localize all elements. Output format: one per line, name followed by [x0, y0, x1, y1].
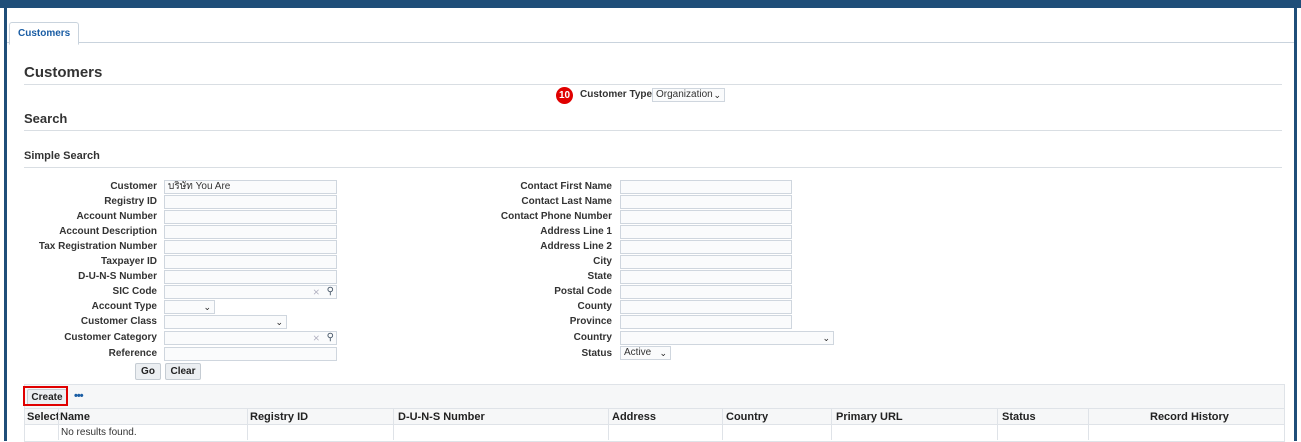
address-line-1-input[interactable]	[620, 225, 792, 239]
col-address[interactable]: Address	[612, 410, 656, 424]
search-heading: Search	[24, 111, 68, 126]
sic-code-input[interactable]: ⨯ ⚲	[164, 285, 337, 299]
account-number-input[interactable]	[164, 210, 337, 224]
account-number-label: Account Number	[76, 211, 157, 222]
page-title: Customers	[24, 64, 103, 81]
state-label: State	[587, 271, 612, 282]
contact-first-name-label: Contact First Name	[520, 181, 612, 192]
clear-icon[interactable]: ⨯	[312, 286, 320, 298]
col-select: Select	[27, 411, 60, 423]
col-divider	[608, 408, 609, 440]
sic-code-label: SIC Code	[112, 286, 157, 297]
customer-class-select[interactable]: ⌄	[164, 315, 287, 329]
more-actions-icon[interactable]: •••	[74, 390, 84, 402]
postal-code-input[interactable]	[620, 285, 792, 299]
province-input[interactable]	[620, 315, 792, 329]
customer-category-input[interactable]: ⨯ ⚲	[164, 331, 337, 345]
customer-category-label: Customer Category	[64, 332, 157, 343]
reference-label: Reference	[108, 348, 157, 359]
customer-input[interactable]: บริษัท You Are	[164, 180, 337, 194]
col-divider	[722, 408, 723, 440]
clear-icon[interactable]: ⨯	[312, 332, 320, 344]
simple-search-heading: Simple Search	[24, 150, 100, 162]
results-table: Create ••• Select Name Registry ID D-U-N…	[23, 384, 1285, 442]
create-highlight-box	[23, 386, 68, 406]
col-status[interactable]: Status	[1002, 410, 1036, 424]
col-divider	[831, 408, 832, 440]
reference-input[interactable]	[164, 347, 337, 361]
col-country[interactable]: Country	[726, 410, 768, 424]
account-description-input[interactable]	[164, 225, 337, 239]
contact-last-name-label: Contact Last Name	[521, 196, 612, 207]
go-button[interactable]: Go	[135, 363, 161, 380]
search-icon[interactable]: ⚲	[327, 286, 334, 298]
header-top-line	[25, 408, 1284, 409]
chevron-down-icon: ⌄	[713, 90, 721, 100]
search-divider	[24, 130, 1282, 131]
col-record-history[interactable]: Record History	[1150, 410, 1229, 424]
customer-type-select[interactable]: Organization ⌄	[652, 88, 725, 102]
address-line-2-input[interactable]	[620, 240, 792, 254]
col-divider	[247, 408, 248, 440]
chevron-down-icon: ⌄	[203, 302, 211, 312]
registry-id-label: Registry ID	[104, 196, 157, 207]
status-label: Status	[581, 348, 612, 359]
customer-class-label: Customer Class	[80, 316, 157, 327]
col-divider	[393, 408, 394, 440]
country-label: Country	[573, 332, 612, 343]
simple-search-divider	[24, 167, 1282, 168]
chevron-down-icon: ⌄	[275, 317, 283, 327]
col-name[interactable]: Name	[60, 410, 90, 424]
col-primary-url[interactable]: Primary URL	[836, 410, 903, 424]
customer-label: Customer	[110, 181, 157, 192]
col-divider	[997, 408, 998, 440]
status-select[interactable]: Active ⌄	[620, 346, 671, 360]
postal-code-label: Postal Code	[554, 286, 612, 297]
chevron-down-icon: ⌄	[822, 333, 830, 343]
county-input[interactable]	[620, 300, 792, 314]
col-divider	[1088, 408, 1089, 440]
taxpayer-id-input[interactable]	[164, 255, 337, 269]
tab-bar: Customers	[7, 12, 1294, 45]
city-label: City	[593, 256, 612, 267]
contact-last-name-input[interactable]	[620, 195, 792, 209]
customer-type-value: Organization	[656, 89, 713, 100]
registry-id-input[interactable]	[164, 195, 337, 209]
col-divider	[58, 408, 59, 440]
address-line-2-label: Address Line 2	[540, 241, 612, 252]
col-registry-id[interactable]: Registry ID	[250, 410, 308, 424]
taxpayer-id-label: Taxpayer ID	[101, 256, 157, 267]
tab-customers[interactable]: Customers	[9, 22, 80, 45]
title-divider	[24, 84, 1282, 85]
search-icon[interactable]: ⚲	[327, 332, 334, 344]
col-duns-number[interactable]: D-U-N-S Number	[398, 410, 485, 424]
account-type-label: Account Type	[91, 301, 157, 312]
province-label: Province	[569, 316, 612, 327]
tax-registration-label: Tax Registration Number	[38, 241, 157, 252]
empty-message: No results found.	[61, 427, 137, 438]
empty-row	[25, 425, 1284, 441]
account-type-select[interactable]: ⌄	[164, 300, 215, 314]
customer-type-label: Customer Type	[580, 89, 653, 100]
account-description-label: Account Description	[59, 226, 157, 237]
county-label: County	[577, 301, 612, 312]
contact-phone-label: Contact Phone Number	[500, 211, 612, 222]
clear-button[interactable]: Clear	[165, 363, 201, 380]
state-input[interactable]	[620, 270, 792, 284]
duns-number-label: D-U-N-S Number	[78, 271, 157, 282]
contact-phone-input[interactable]	[620, 210, 792, 224]
chevron-down-icon: ⌄	[659, 348, 667, 358]
step-badge: 10	[556, 87, 573, 104]
country-select[interactable]: ⌄	[620, 331, 834, 345]
top-banner	[0, 0, 1301, 8]
contact-first-name-input[interactable]	[620, 180, 792, 194]
status-value: Active	[624, 347, 652, 358]
city-input[interactable]	[620, 255, 792, 269]
duns-number-input[interactable]	[164, 270, 337, 284]
tax-registration-input[interactable]	[164, 240, 337, 254]
address-line-1-label: Address Line 1	[540, 226, 612, 237]
